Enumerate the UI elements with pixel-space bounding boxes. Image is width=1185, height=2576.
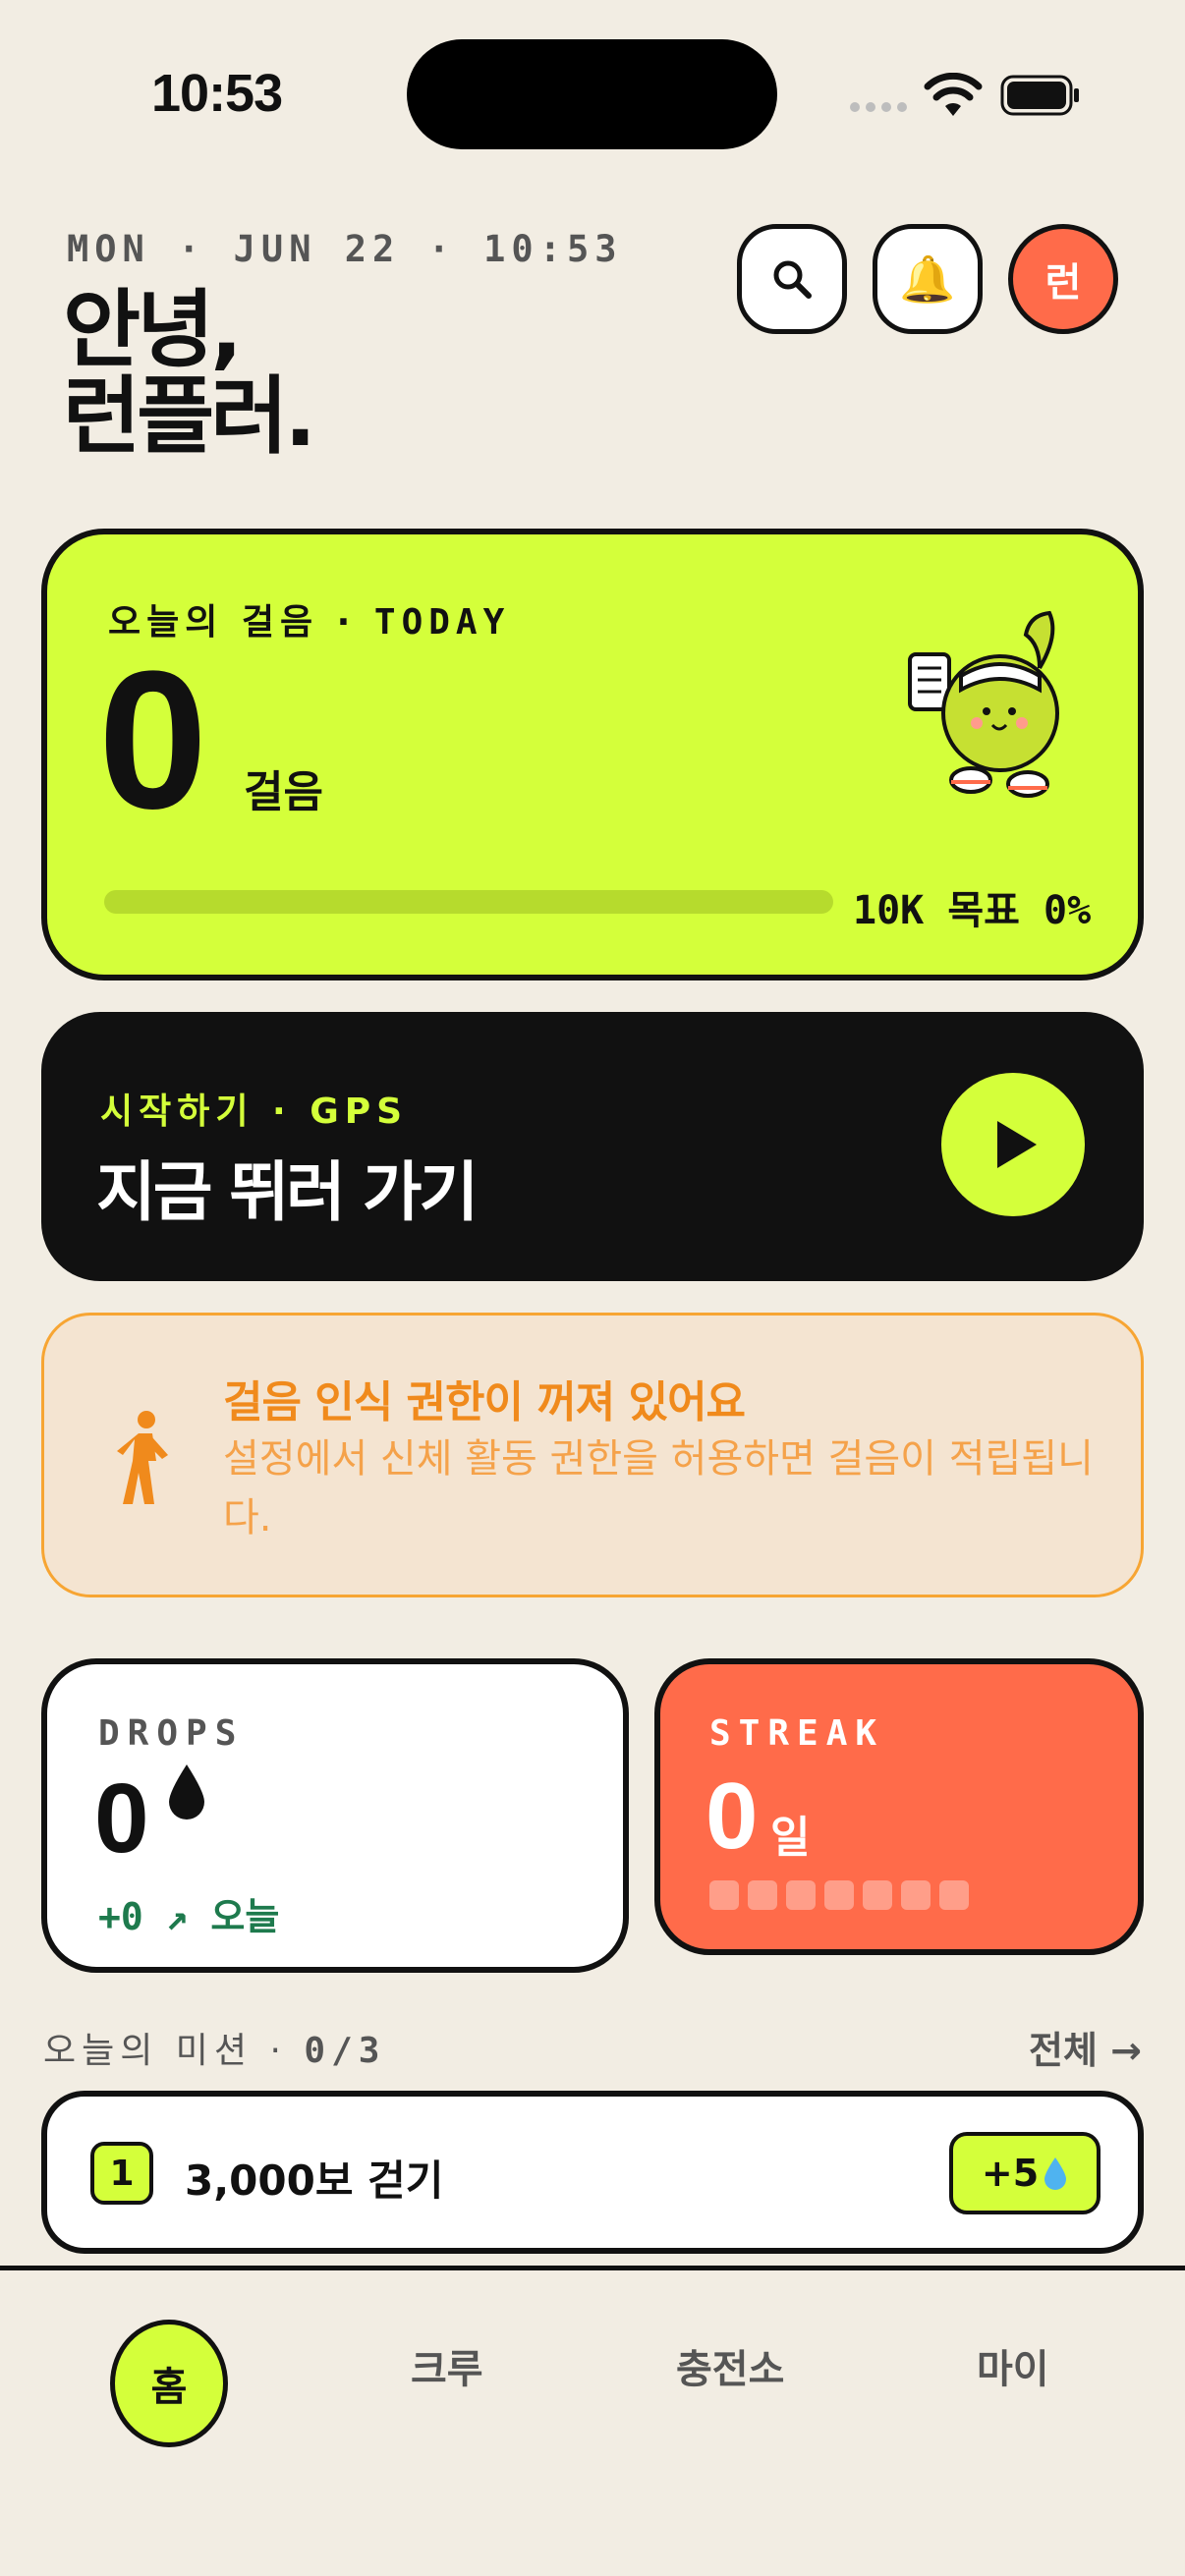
bell-icon: 🔔 bbox=[899, 252, 956, 306]
drops-card[interactable]: DROPS 0 +0 ↗ 오늘 bbox=[41, 1658, 629, 1973]
greeting-line1: 안녕, bbox=[63, 281, 243, 379]
battery-icon bbox=[1000, 75, 1079, 116]
drop-icon bbox=[1044, 2157, 1067, 2190]
streak-label: STREAK bbox=[709, 1713, 885, 1754]
nav-item-charging[interactable]: 충전소 bbox=[676, 2337, 784, 2394]
drop-icon bbox=[169, 1764, 204, 1820]
steps-unit: 걸음 bbox=[244, 767, 323, 817]
missions-view-all-link[interactable]: 전체 → bbox=[1029, 2020, 1142, 2074]
nav-item-home[interactable]: 홈 bbox=[110, 2320, 228, 2447]
goal-text: 10K 목표 0% bbox=[853, 888, 1092, 933]
mission-reward-value: +5 bbox=[981, 2152, 1040, 2195]
mission-index: 1 bbox=[90, 2142, 153, 2205]
warning-body: 설정에서 신체 활동 권한을 허용하면 걸음이 적립됩니다. bbox=[223, 1436, 1094, 1540]
missions-title: 오늘의 미션 · 0/3 bbox=[43, 2031, 386, 2071]
drops-delta: +0 ↗ 오늘 bbox=[98, 1895, 280, 1938]
notification-button[interactable]: 🔔 bbox=[873, 224, 983, 334]
mascot-icon bbox=[908, 610, 1059, 798]
streak-value: 0 bbox=[705, 1764, 759, 1869]
drops-label: DROPS bbox=[98, 1713, 245, 1754]
nav-item-my[interactable]: 마이 bbox=[977, 2337, 1049, 2394]
play-button[interactable] bbox=[941, 1073, 1085, 1216]
streak-unit: 일 bbox=[770, 1813, 811, 1863]
warning-title: 걸음 인식 권한이 꺼져 있어요 bbox=[223, 1377, 746, 1428]
steps-count: 0 bbox=[98, 631, 208, 850]
bottom-nav: 홈 크루 충전소 마이 bbox=[0, 2266, 1185, 2576]
walking-icon bbox=[117, 1411, 168, 1504]
streak-day bbox=[786, 1880, 816, 1910]
search-icon bbox=[773, 260, 812, 299]
drops-value: 0 bbox=[94, 1764, 149, 1874]
streak-day bbox=[863, 1880, 892, 1910]
streak-day bbox=[939, 1880, 969, 1910]
status-time: 10:53 bbox=[151, 64, 283, 123]
permission-warning-card[interactable]: 걸음 인식 권한이 꺼져 있어요 설정에서 신체 활동 권한을 허용하면 걸음이… bbox=[41, 1313, 1144, 1597]
streak-day bbox=[824, 1880, 854, 1910]
greeting: 안녕, 런플러. bbox=[63, 281, 316, 466]
date-line: MON · JUN 22 · 10:53 bbox=[67, 228, 623, 270]
streak-card[interactable]: STREAK 0 일 bbox=[654, 1658, 1144, 1955]
run-subtitle: 시작하기 · GPS bbox=[100, 1092, 409, 1132]
streak-day-indicators bbox=[709, 1880, 969, 1910]
streak-day bbox=[901, 1880, 931, 1910]
today-steps-card[interactable]: 오늘의 걸음 · TODAY 0 걸음 10K 목표 0% bbox=[41, 529, 1144, 980]
play-icon bbox=[997, 1121, 1037, 1168]
streak-day bbox=[709, 1880, 739, 1910]
mission-text: 3,000보 걷기 bbox=[185, 2156, 444, 2205]
avatar[interactable]: 런 bbox=[1008, 224, 1118, 334]
search-button[interactable] bbox=[737, 224, 847, 334]
nav-item-crew[interactable]: 크루 bbox=[411, 2337, 483, 2394]
mission-reward-badge[interactable]: +5 bbox=[949, 2132, 1100, 2214]
signal-icon bbox=[850, 102, 907, 112]
run-title: 지금 뛰러 가기 bbox=[96, 1154, 479, 1230]
streak-day bbox=[748, 1880, 777, 1910]
start-run-card[interactable]: 시작하기 · GPS 지금 뛰러 가기 bbox=[41, 1012, 1144, 1281]
dynamic-island bbox=[407, 39, 777, 149]
greeting-line2: 런플러. bbox=[63, 367, 316, 466]
steps-progress-bar bbox=[104, 890, 833, 914]
mission-item[interactable]: 1 3,000보 걷기 +5 bbox=[41, 2091, 1144, 2254]
wifi-icon bbox=[924, 73, 983, 116]
